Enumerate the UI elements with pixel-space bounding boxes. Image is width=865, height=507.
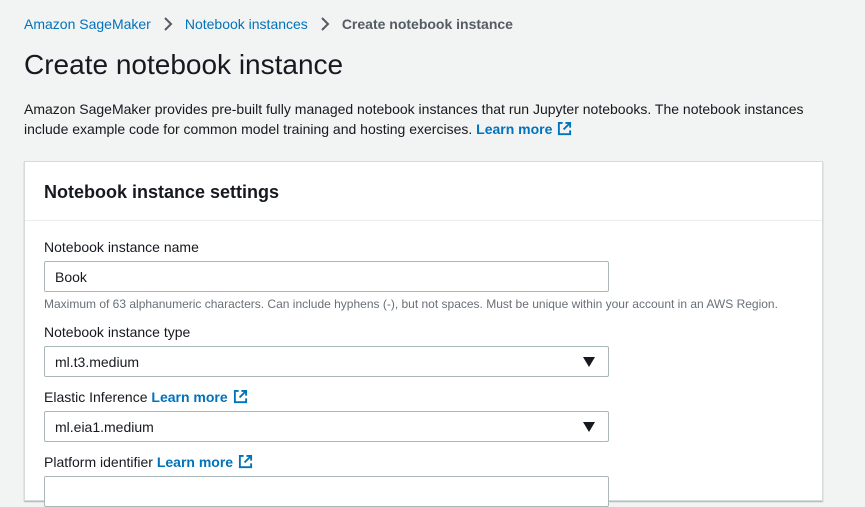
caret-down-icon bbox=[583, 357, 595, 367]
instance-name-input[interactable] bbox=[44, 261, 609, 292]
page-title: Create notebook instance bbox=[24, 49, 344, 80]
notebook-settings-panel: Notebook instance settings Notebook inst… bbox=[24, 161, 823, 507]
platform-identifier-label: Platform identifier Learn more bbox=[44, 453, 253, 471]
elastic-inference-value: ml.eia1.medium bbox=[55, 419, 154, 435]
instance-name-label: Notebook instance name bbox=[44, 239, 199, 255]
external-link-icon bbox=[233, 389, 247, 404]
external-link-icon bbox=[558, 121, 572, 136]
elastic-inference-label-text: Elastic Inference bbox=[44, 389, 148, 405]
platform-identifier-learn-more-label: Learn more bbox=[156, 454, 234, 470]
platform-identifier-learn-more-link[interactable]: Learn more bbox=[157, 454, 253, 470]
panel-title: Notebook instance settings bbox=[44, 182, 280, 202]
caret-down-icon bbox=[583, 422, 595, 432]
chevron-right-icon bbox=[164, 17, 173, 31]
elastic-inference-label: Elastic Inference Learn more bbox=[44, 388, 248, 406]
learn-more-link[interactable]: Learn more bbox=[476, 121, 572, 137]
platform-identifier-label-text: Platform identifier bbox=[44, 454, 153, 470]
page-description-text: Amazon SageMaker provides pre-built full… bbox=[24, 101, 804, 137]
breadcrumb-current: Create notebook instance bbox=[341, 16, 513, 32]
breadcrumb: Amazon SageMaker Notebook instances Crea… bbox=[24, 15, 513, 33]
instance-type-select[interactable]: ml.t3.medium bbox=[44, 346, 609, 377]
instance-name-hint: Maximum of 63 alphanumeric characters. C… bbox=[44, 297, 778, 311]
elastic-inference-learn-more-label: Learn more bbox=[151, 389, 228, 405]
breadcrumb-link-notebook-instances[interactable]: Notebook instances bbox=[185, 15, 308, 33]
instance-type-label: Notebook instance type bbox=[44, 324, 191, 340]
page-description: Amazon SageMaker provides pre-built full… bbox=[24, 99, 839, 139]
chevron-right-icon bbox=[321, 17, 330, 31]
elastic-inference-learn-more-link[interactable]: Learn more bbox=[151, 389, 247, 405]
panel-header: Notebook instance settings bbox=[25, 162, 822, 221]
external-link-icon bbox=[239, 454, 253, 469]
elastic-inference-select[interactable]: ml.eia1.medium bbox=[44, 411, 609, 442]
platform-identifier-select[interactable] bbox=[44, 476, 609, 507]
breadcrumb-link-sagemaker[interactable]: Amazon SageMaker bbox=[24, 15, 151, 33]
learn-more-label: Learn more bbox=[476, 121, 553, 137]
instance-type-value: ml.t3.medium bbox=[55, 354, 140, 370]
